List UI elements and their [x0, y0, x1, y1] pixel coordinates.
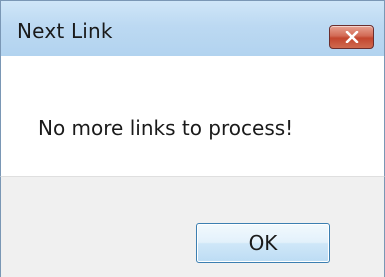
- ok-button[interactable]: OK: [196, 223, 330, 263]
- close-button[interactable]: [329, 25, 374, 49]
- window-title: Next Link: [17, 19, 113, 43]
- button-bar: OK: [0, 176, 385, 277]
- message-area: No more links to process!: [0, 56, 385, 176]
- close-icon: [345, 31, 359, 43]
- title-bar[interactable]: Next Link: [0, 0, 385, 56]
- message-dialog: Next Link No more links to process! OK: [0, 0, 385, 277]
- message-text: No more links to process!: [38, 116, 294, 140]
